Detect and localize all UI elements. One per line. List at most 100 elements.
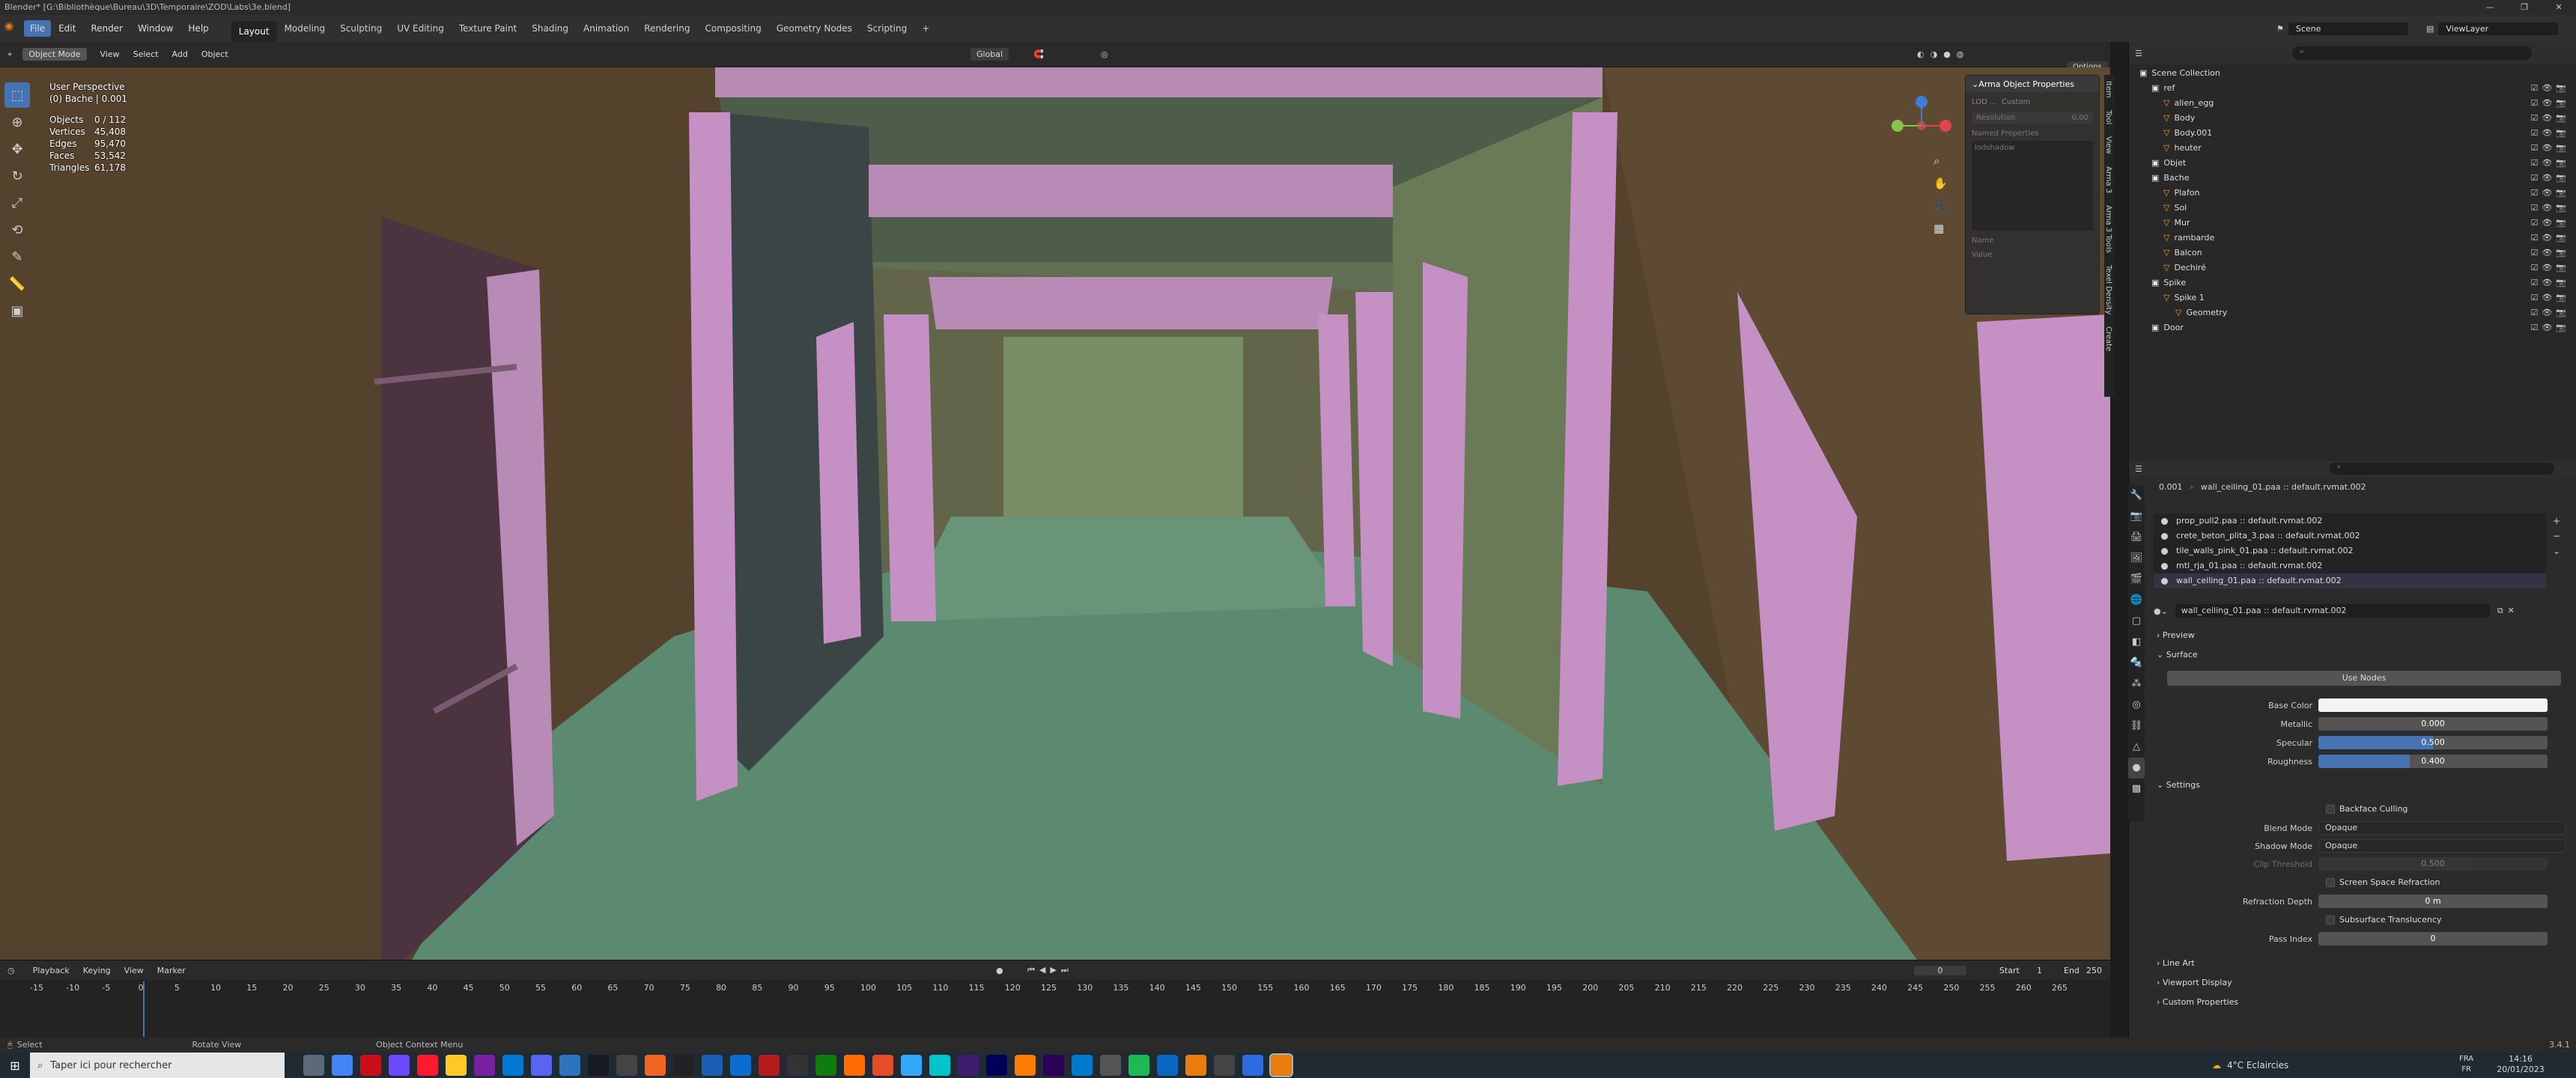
rotate-tool-icon[interactable]: ↻	[4, 163, 30, 189]
tab-texel-density[interactable]: Texel Density	[2104, 259, 2112, 320]
app-icon[interactable]	[929, 1055, 950, 1076]
object-props-icon[interactable]: ◧	[2128, 632, 2145, 653]
windows-start-icon[interactable]: ⊞	[0, 1059, 30, 1073]
material-name-field[interactable]: wall_ceiling_01.paa :: default.rvmat.002	[2175, 604, 2490, 618]
world-props-icon[interactable]: 🌐	[2128, 590, 2145, 611]
custom-props-panel-header[interactable]: › Custom Properties	[2157, 997, 2238, 1007]
outliner-item[interactable]: ▣ Scene Collection	[2129, 66, 2576, 81]
tab-modeling[interactable]: Modeling	[277, 15, 333, 42]
visibility-toggle-icons[interactable]: ☑👁📷	[2530, 186, 2570, 201]
tab-geometry-nodes[interactable]: Geometry Nodes	[769, 15, 860, 42]
opera-icon[interactable]	[360, 1055, 381, 1076]
proportional-edit-icon[interactable]: ◎	[1101, 49, 1108, 59]
visibility-toggle-icons[interactable]: ☑👁📷	[2530, 275, 2570, 290]
visibility-toggle-icons[interactable]: ☑👁📷	[2530, 290, 2570, 305]
menu-select[interactable]: Select	[133, 49, 159, 59]
outliner-search-input[interactable]: ⌕	[2291, 46, 2532, 60]
material-slot[interactable]: prop_pull2.paa :: default.rvmat.002	[2154, 514, 2546, 529]
store-icon[interactable]	[502, 1055, 523, 1076]
select-tool-icon[interactable]: ⬚	[4, 82, 30, 108]
app-icon[interactable]	[702, 1055, 723, 1076]
outliner-item[interactable]: ▽ Body.001 ☑👁📷	[2129, 126, 2576, 141]
material-browse-icon[interactable]: ●⌄	[2154, 606, 2168, 616]
tab-tool[interactable]: Tool	[2104, 104, 2112, 130]
viewport-display-panel-header[interactable]: › Viewport Display	[2157, 978, 2232, 987]
xbox-icon[interactable]	[815, 1055, 836, 1076]
app-icon[interactable]	[844, 1055, 865, 1076]
playhead[interactable]	[143, 981, 145, 1037]
menu-file[interactable]: File	[24, 20, 52, 37]
menu-window[interactable]: Window	[130, 15, 180, 42]
zoom-icon[interactable]: ⌕	[1933, 150, 1953, 172]
pass-index-field[interactable]: 0	[2318, 932, 2548, 945]
onenote-icon[interactable]	[474, 1055, 495, 1076]
editor-type-icon[interactable]: ⌖	[7, 49, 12, 60]
metallic-slider[interactable]: 0.000	[2318, 717, 2548, 731]
render-props-icon[interactable]: 📷	[2128, 506, 2145, 527]
task-view-icon[interactable]	[303, 1055, 324, 1076]
visibility-toggle-icons[interactable]: ☑👁📷	[2530, 156, 2570, 171]
material-slot[interactable]: tile_walls_pink_01.paa :: default.rvmat.…	[2154, 543, 2546, 558]
blender-logo-icon[interactable]: ◉	[4, 20, 24, 37]
tab-view[interactable]: View	[2104, 130, 2112, 160]
navigation-gizmo[interactable]	[1887, 81, 1962, 156]
outliner-item[interactable]: ▽ Geometry ☑👁📷	[2129, 305, 2576, 320]
material-actions-icon[interactable]: ⧉✕	[2497, 606, 2519, 616]
app-icon[interactable]	[759, 1055, 780, 1076]
transform-tool-icon[interactable]: ⟲	[4, 217, 30, 243]
visibility-toggle-icons[interactable]: ☑👁📷	[2530, 96, 2570, 111]
ssr-checkbox[interactable]: Screen Space Refraction	[2326, 877, 2440, 887]
pan-hand-icon[interactable]: ✋	[1933, 172, 1953, 195]
tab-item[interactable]: Item	[2104, 75, 2112, 104]
slot-menu-button[interactable]: ⌄	[2549, 543, 2564, 558]
steam-icon[interactable]	[588, 1055, 609, 1076]
checkbox-box[interactable]	[2326, 916, 2335, 925]
spotify-icon[interactable]	[1128, 1055, 1149, 1076]
named-props-list[interactable]: lodshadow	[1972, 141, 2093, 231]
texture-props-icon[interactable]: ▩	[2128, 779, 2145, 800]
end-field[interactable]: 250	[2086, 966, 2102, 975]
visibility-toggle-icons[interactable]: ☑👁📷	[2530, 81, 2570, 96]
visibility-toggle-icons[interactable]: ☑👁📷	[2530, 261, 2570, 275]
snap-icon[interactable]: 🧲	[1033, 49, 1044, 59]
minimize-button[interactable]: —	[2473, 0, 2507, 15]
clock-icon[interactable]: ◷	[7, 966, 15, 975]
current-frame-field[interactable]: 0	[1914, 965, 1966, 975]
refraction-depth-field[interactable]: 0 m	[2318, 895, 2548, 908]
app-icon[interactable]	[673, 1055, 694, 1076]
particles-props-icon[interactable]: ⁂	[2128, 674, 2145, 695]
close-button[interactable]: ✕	[2542, 0, 2576, 15]
file-explorer-icon[interactable]	[446, 1055, 467, 1076]
tab-rendering[interactable]: Rendering	[637, 15, 697, 42]
menu-render[interactable]: Render	[83, 15, 130, 42]
outliner-item[interactable]: ▽ heuter ☑👁📷	[2129, 141, 2576, 156]
tab-scripting[interactable]: Scripting	[860, 15, 914, 42]
preview-panel-header[interactable]: › Preview	[2157, 630, 2195, 640]
tab-arma3-tools[interactable]: Arma 3 Tools	[2104, 199, 2112, 259]
shadow-item[interactable]: lodshadow	[1975, 144, 2015, 152]
material-selector[interactable]: ●⌄ wall_ceiling_01.paa :: default.rvmat.…	[2154, 603, 2558, 618]
menu-playback[interactable]: Playback	[33, 966, 70, 975]
visibility-toggle-icons[interactable]: ☑👁📷	[2530, 231, 2570, 246]
cursor-tool-icon[interactable]: ⊕	[4, 109, 30, 135]
menu-edit[interactable]: Edit	[51, 15, 83, 42]
move-tool-icon[interactable]: ✥	[4, 136, 30, 162]
menu-view[interactable]: View	[100, 49, 120, 59]
tab-sculpting[interactable]: Sculpting	[332, 15, 389, 42]
visibility-toggle-icons[interactable]: ☑👁📷	[2530, 201, 2570, 216]
camera-icon[interactable]: 🎥	[1933, 195, 1953, 217]
blend-mode-dropdown[interactable]: Opaque	[2318, 821, 2566, 835]
outliner-item[interactable]: ▽ alien_egg ☑👁📷	[2129, 96, 2576, 111]
maximize-button[interactable]: ❐	[2507, 0, 2542, 15]
grid-icon[interactable]: ▦	[1933, 217, 1953, 240]
measure-tool-icon[interactable]: 📏	[4, 271, 30, 296]
viewlayer-selector[interactable]: ▤ ViewLayer	[2426, 19, 2559, 37]
surface-panel-header[interactable]: ⌄ Surface	[2157, 650, 2198, 660]
visibility-toggle-icons[interactable]: ☑👁📷	[2530, 141, 2570, 156]
menu-add[interactable]: Add	[172, 49, 188, 59]
specular-slider[interactable]: 0.500	[2318, 736, 2548, 749]
language-indicator[interactable]: FRA FR	[2459, 1054, 2473, 1075]
lod-row[interactable]: LOD ... Custom	[1972, 98, 2093, 106]
outliner-item[interactable]: ▣ Spike ☑👁📷	[2129, 275, 2576, 290]
outliner-item[interactable]: ▽ Sol ☑👁📷	[2129, 201, 2576, 216]
